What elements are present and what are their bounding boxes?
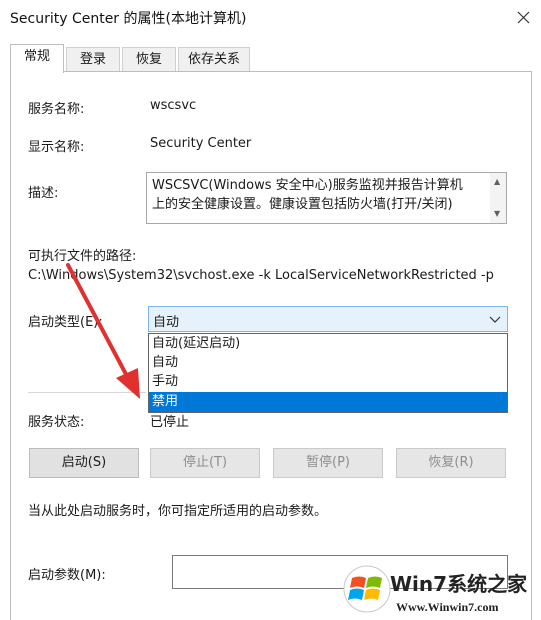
start-params-label: 启动参数(M): — [28, 568, 106, 583]
watermark-logo-text: Win7系统之家 — [390, 572, 528, 596]
start-params-hint: 当从此处启动服务时，你可指定所适用的启动参数。 — [28, 504, 328, 519]
option-disabled[interactable]: 禁用 — [149, 392, 507, 412]
start-button[interactable]: 启动(S) — [29, 448, 139, 478]
tab-strip: 常规 登录 恢复 依存关系 — [10, 44, 530, 73]
window-title: Security Center 的属性(本地计算机) — [10, 11, 247, 27]
startup-type-select[interactable]: 自动 — [148, 306, 508, 332]
startup-type-value: 自动 — [153, 315, 180, 330]
description-text: WSCSVC(Windows 安全中心)服务监视并报告计算机 上的安全健康设置。… — [152, 178, 463, 212]
close-icon — [517, 11, 530, 24]
description-box[interactable]: WSCSVC(Windows 安全中心)服务监视并报告计算机 上的安全健康设置。… — [146, 172, 507, 224]
divider — [28, 392, 146, 393]
close-button[interactable] — [508, 2, 538, 32]
path-value: C:\Windows\System32\svchost.exe -k Local… — [28, 268, 494, 283]
option-auto-delayed[interactable]: 自动(延迟启动) — [149, 334, 507, 353]
display-name-value: Security Center — [150, 136, 252, 151]
tab-general[interactable]: 常规 — [10, 44, 64, 73]
tab-label: 恢复 — [135, 52, 162, 67]
scroll-down-icon[interactable]: ▼ — [494, 209, 500, 218]
path-label: 可执行文件的路径: — [28, 249, 137, 264]
startup-type-dropdown: 自动(延迟启动) 自动 手动 禁用 — [148, 333, 508, 413]
service-status-value: 已停止 — [150, 415, 190, 430]
tab-label: 登录 — [79, 52, 106, 67]
service-status-label: 服务状态: — [28, 415, 85, 430]
description-label: 描述: — [28, 186, 59, 201]
tab-dependencies[interactable]: 依存关系 — [178, 47, 250, 71]
windows-logo-icon — [343, 565, 391, 613]
scroll-up-icon[interactable]: ▲ — [494, 177, 500, 186]
pause-button[interactable]: 暂停(P) — [273, 448, 383, 478]
watermark: Win7系统之家 Www.Winwin7.com — [336, 556, 541, 620]
tab-recovery[interactable]: 恢复 — [122, 47, 176, 71]
tab-label: 常规 — [23, 49, 50, 64]
tab-label: 依存关系 — [187, 52, 240, 67]
properties-dialog: Security Center 的属性(本地计算机) 常规 登录 恢复 依存关系… — [0, 0, 541, 620]
title-bar[interactable]: Security Center 的属性(本地计算机) — [0, 0, 541, 34]
startup-type-label: 启动类型(E): — [28, 315, 103, 330]
chevron-down-icon — [489, 316, 501, 323]
display-name-label: 显示名称: — [28, 140, 85, 155]
option-manual[interactable]: 手动 — [149, 372, 507, 391]
watermark-url: Www.Winwin7.com — [396, 600, 499, 614]
option-auto[interactable]: 自动 — [149, 353, 507, 372]
resume-button[interactable]: 恢复(R) — [396, 448, 506, 478]
stop-button[interactable]: 停止(T) — [150, 448, 260, 478]
tab-logon[interactable]: 登录 — [66, 47, 120, 71]
description-scrollbar[interactable]: ▲ ▼ — [490, 173, 506, 223]
service-name-label: 服务名称: — [28, 102, 85, 117]
service-name-value: wscsvc — [150, 98, 197, 113]
